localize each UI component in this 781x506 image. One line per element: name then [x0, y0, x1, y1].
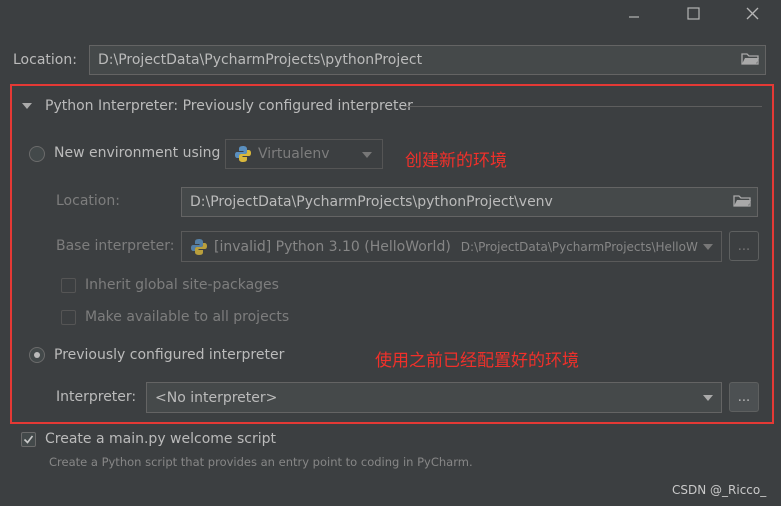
- prev-interpreter-label: Previously configured interpreter: [54, 347, 285, 363]
- chevron-down-icon: [703, 395, 713, 401]
- welcome-script-checkbox[interactable]: [21, 432, 36, 447]
- watermark: CSDN @_Ricco_: [672, 483, 767, 497]
- close-icon: [746, 7, 758, 19]
- folder-icon[interactable]: [741, 51, 759, 69]
- interpreter-label: Interpreter:: [56, 389, 137, 405]
- interpreter-select[interactable]: <No interpreter>: [146, 382, 722, 413]
- welcome-script-hint: Create a Python script that provides an …: [49, 455, 473, 469]
- base-interpreter-label: Base interpreter:: [56, 238, 175, 254]
- location-label: Location:: [13, 52, 77, 68]
- close-button[interactable]: [732, 0, 772, 26]
- inherit-packages-checkbox[interactable]: [61, 278, 76, 293]
- folder-icon[interactable]: [733, 193, 751, 211]
- base-interpreter-select[interactable]: [invalid] Python 3.10 (HelloWorld) D:\Pr…: [181, 231, 722, 262]
- interpreter-browse-button[interactable]: ...: [729, 382, 759, 412]
- base-interpreter-browse-button[interactable]: ...: [729, 231, 759, 261]
- maximize-button[interactable]: [673, 0, 713, 26]
- env-tool-value: Virtualenv: [258, 146, 330, 162]
- prev-interpreter-annotation: 使用之前已经配置好的环境: [375, 351, 579, 371]
- new-env-label: New environment using: [54, 145, 221, 161]
- prev-interpreter-radio[interactable]: [29, 347, 45, 363]
- minimize-icon: [629, 16, 639, 18]
- chevron-down-icon: [362, 152, 372, 158]
- location-field[interactable]: D:\ProjectData\PycharmProjects\pythonPro…: [89, 45, 766, 75]
- venv-location-label: Location:: [56, 193, 120, 209]
- section-title: Python Interpreter: Previously configure…: [45, 98, 413, 114]
- inherit-packages-label: Inherit global site-packages: [85, 277, 279, 293]
- make-available-checkbox[interactable]: [61, 310, 76, 325]
- chevron-down-icon: [703, 244, 713, 250]
- new-env-radio[interactable]: [29, 146, 45, 162]
- env-tool-select[interactable]: Virtualenv: [225, 139, 383, 169]
- chevron-down-icon: [22, 103, 32, 109]
- base-interpreter-path: D:\ProjectData\PycharmProjects\HelloW: [460, 239, 698, 254]
- base-interpreter-value: [invalid] Python 3.10 (HelloWorld): [214, 238, 451, 255]
- venv-location-field[interactable]: D:\ProjectData\PycharmProjects\pythonPro…: [181, 187, 758, 217]
- section-collapse-toggle[interactable]: [22, 103, 32, 109]
- python-icon: [235, 146, 251, 162]
- make-available-label: Make available to all projects: [85, 309, 290, 325]
- section-divider: [404, 106, 762, 107]
- venv-location-value: D:\ProjectData\PycharmProjects\pythonPro…: [190, 194, 553, 210]
- maximize-icon: [686, 6, 700, 20]
- python-icon: [191, 238, 207, 255]
- location-value: D:\ProjectData\PycharmProjects\pythonPro…: [98, 52, 423, 68]
- welcome-script-label: Create a main.py welcome script: [45, 431, 276, 447]
- checkmark-icon: [23, 435, 34, 444]
- interpreter-value: <No interpreter>: [155, 389, 278, 406]
- new-env-annotation: 创建新的环境: [405, 151, 507, 171]
- minimize-button[interactable]: [614, 0, 654, 26]
